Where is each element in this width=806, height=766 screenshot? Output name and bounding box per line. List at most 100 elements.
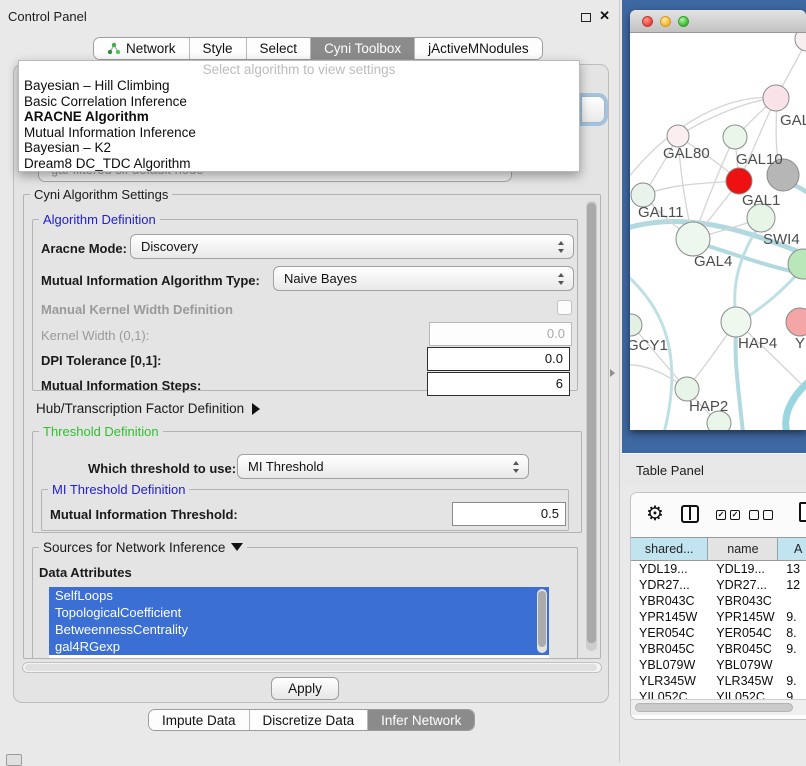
attribute-item-betweennesscentrality[interactable]: BetweennessCentrality (49, 621, 549, 638)
dpi-tolerance-label: DPI Tolerance [0,1]: (41, 353, 161, 368)
settings-gear-icon[interactable]: ⚙ (646, 501, 664, 526)
algorithm-option-basic-correlation-inference[interactable]: Basic Correlation Inference (19, 94, 579, 110)
group-title: Threshold Definition (39, 424, 163, 439)
column-header-shared[interactable]: shared... (631, 538, 708, 560)
threshold-definition-group: Threshold Definition Which threshold to … (32, 431, 582, 533)
scrollbar-thumb[interactable] (635, 703, 793, 712)
panel-resize-handle[interactable] (610, 369, 615, 377)
table-cell: 9. (778, 641, 806, 657)
data-attributes-list[interactable]: SelfLoopsTopologicalCoefficientBetweenne… (49, 587, 549, 658)
column-header-name[interactable]: name (708, 538, 778, 560)
network-node[interactable] (788, 249, 806, 279)
scrollbar-thumb[interactable] (587, 203, 596, 643)
aracne-mode-select[interactable]: Discovery (130, 234, 574, 259)
table-row[interactable]: YLR345WYLR345W9. (631, 673, 806, 689)
group-title: Algorithm Definition (39, 212, 160, 227)
deselect-all-checkboxes-icon[interactable]: ·· (749, 510, 773, 520)
network-view-window[interactable]: GALGAL80GAL10GAL1GAL11SWI4GAL4GCY1HAP4YH… (630, 10, 806, 430)
network-node-y[interactable] (786, 308, 806, 336)
algorithm-option-bayesian-k2[interactable]: Bayesian – K2 (19, 140, 579, 156)
node-label-gcy1: GCY1 (630, 337, 668, 354)
tab-impute-data[interactable]: Impute Data (149, 710, 250, 730)
network-node-gcy1[interactable] (630, 314, 642, 336)
manual-kernel-width-checkbox[interactable] (557, 300, 572, 315)
algorithm-option-mutual-information-inference[interactable]: Mutual Information Inference (19, 125, 579, 141)
table-cell: YDR27... (708, 577, 778, 593)
table-row[interactable]: YBR043CYBR043C (631, 593, 806, 609)
minimize-traffic-light-icon[interactable] (660, 16, 671, 27)
tab-select[interactable]: Select (247, 38, 312, 59)
mi-steps-field[interactable]: 6 (427, 372, 570, 396)
table-row[interactable]: YPR145WYPR145W9. (631, 609, 806, 625)
table-cell: YIL052C (708, 689, 778, 699)
table-row[interactable]: YER054CYER054C8. (631, 625, 806, 641)
network-node[interactable] (795, 33, 806, 51)
table-row[interactable]: YDL19...YDL19...13 (631, 561, 806, 577)
tab-jactivemnodules[interactable]: jActiveMNodules (415, 38, 542, 59)
dpi-tolerance-field[interactable]: 0.0 (427, 347, 570, 371)
table-row[interactable]: YIL052CYIL052C9 (631, 689, 806, 699)
hub-definition-toggle[interactable]: Hub/Transcription Factor Definition (36, 401, 260, 416)
network-node-gal80[interactable] (667, 125, 689, 147)
stepper-icon (512, 459, 521, 475)
attribute-item-selfloops[interactable]: SelfLoops (49, 587, 549, 604)
network-node-hap4[interactable] (721, 307, 751, 337)
column-layout-icon[interactable] (681, 505, 699, 523)
scrollbar-thumb[interactable] (538, 591, 546, 647)
list-vertical-scrollbar[interactable] (537, 589, 547, 653)
popup-placeholder: Select algorithm to view settings (19, 61, 579, 78)
table-cell: YIL052C (631, 689, 708, 699)
tab-style[interactable]: Style (190, 38, 247, 59)
algorithm-dropdown-popup: Select algorithm to view settings Bayesi… (18, 60, 580, 172)
which-threshold-label: Which threshold to use: (88, 461, 236, 476)
algorithm-option-bayesian-hill-climbing[interactable]: Bayesian – Hill Climbing (19, 78, 579, 94)
inference-algorithm-combo-edge[interactable] (581, 96, 605, 123)
tab-cyni-toolbox[interactable]: Cyni Toolbox (311, 38, 415, 59)
corner-widget[interactable] (6, 754, 22, 766)
table-cell: YPR145W (631, 609, 708, 625)
table-row[interactable]: YBR045CYBR045C9. (631, 641, 806, 657)
close-traffic-light-icon[interactable] (642, 16, 653, 27)
apply-button[interactable]: Apply (271, 677, 339, 700)
scrollbar-thumb[interactable] (25, 664, 597, 671)
close-icon[interactable]: ✕ (599, 8, 610, 24)
document-icon[interactable] (799, 502, 806, 522)
table-horizontal-scrollbar[interactable] (631, 699, 806, 715)
table-row[interactable]: YBL079WYBL079W (631, 657, 806, 673)
table-cell: YLR345W (631, 673, 708, 689)
column-header-a[interactable]: A (778, 538, 806, 560)
algorithm-definition-group: Algorithm Definition Aracne Mode: Discov… (32, 219, 578, 391)
mi-algorithm-type-select[interactable]: Naive Bayes (273, 266, 574, 291)
algorithm-option-dream8-dc-tdc-algorithm[interactable]: Dream8 DC_TDC Algorithm (19, 156, 579, 172)
network-node-gal10[interactable] (723, 125, 747, 149)
table-cell: 12 (778, 577, 806, 593)
network-window-titlebar[interactable] (630, 10, 806, 33)
table-browser: ⚙ ✓✓ ·· shared...nameA YDL19...YDL19...1… (630, 492, 806, 720)
network-node-gal4[interactable] (676, 222, 710, 256)
network-canvas[interactable]: GALGAL80GAL10GAL1GAL11SWI4GAL4GCY1HAP4YH… (630, 33, 806, 430)
node-label-hap4: HAP4 (738, 335, 777, 352)
table-panel: Table Panel ⚙ ✓✓ ·· shared...nameA YDL19… (622, 453, 806, 762)
manual-kernel-width-label: Manual Kernel Width Definition (41, 302, 233, 317)
table-row[interactable]: YDR27...YDR27...12 (631, 577, 806, 593)
tab-infer-network[interactable]: Infer Network (368, 710, 474, 730)
select-all-checkboxes-icon[interactable]: ✓✓ (716, 510, 740, 520)
table-cell: YBL079W (631, 657, 708, 673)
tab-label: jActiveMNodules (428, 41, 529, 56)
network-node-gal1[interactable] (726, 168, 752, 194)
settings-vertical-scrollbar[interactable] (586, 201, 597, 651)
algorithm-option-aracne-algorithm[interactable]: ARACNE Algorithm (19, 109, 579, 125)
tab-network[interactable]: Network (94, 38, 190, 59)
table-cell: YBL079W (708, 657, 778, 673)
attribute-item-topologicalcoefficient[interactable]: TopologicalCoefficient (49, 604, 549, 621)
tab-discretize-data[interactable]: Discretize Data (250, 710, 369, 730)
float-window-icon[interactable] (581, 13, 591, 22)
which-threshold-select[interactable]: MI Threshold (237, 454, 529, 479)
settings-horizontal-scrollbar[interactable] (22, 662, 602, 673)
attribute-item-gal4rgexp[interactable]: gal4RGexp (49, 638, 549, 655)
kernel-width-field[interactable]: 0.0 (429, 322, 572, 346)
network-node-gal[interactable] (763, 85, 789, 111)
zoom-traffic-light-icon[interactable] (678, 16, 689, 27)
table-cell: 9. (778, 673, 806, 689)
mi-threshold-field[interactable]: 0.5 (452, 502, 566, 526)
